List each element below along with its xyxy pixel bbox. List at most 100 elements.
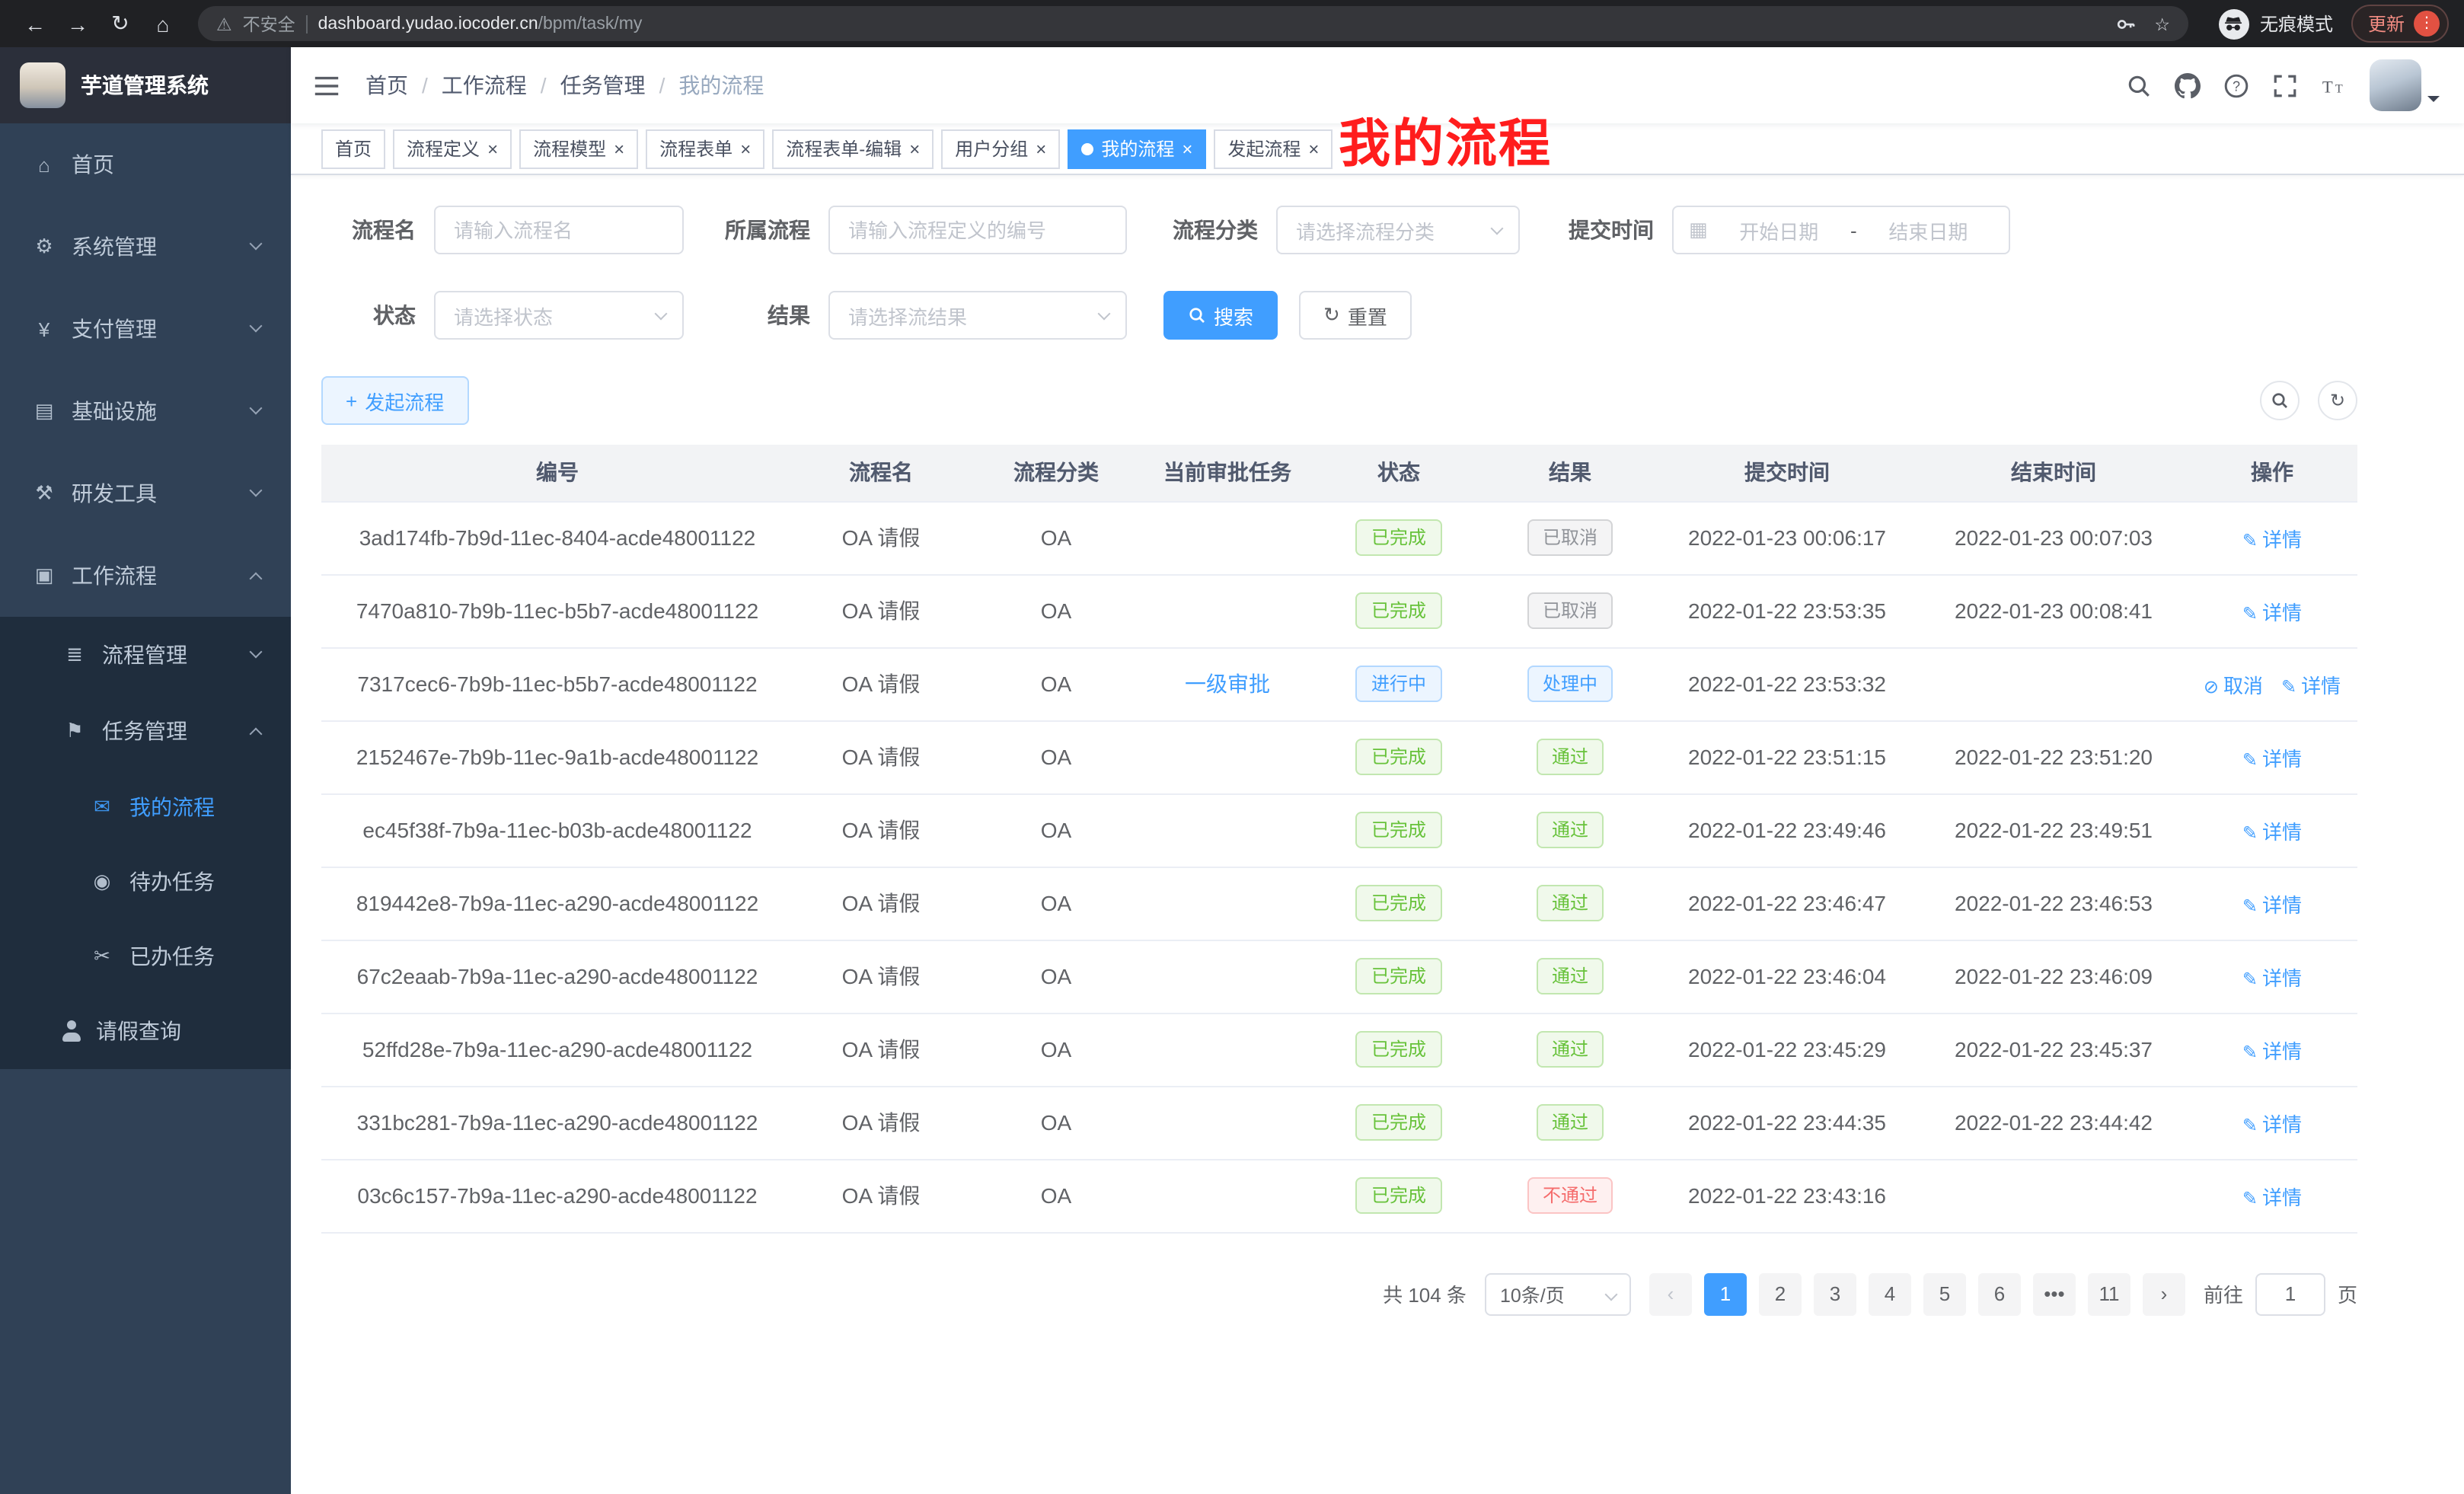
sidebar-item-my-process[interactable]: ✉我的流程 <box>0 769 291 844</box>
page-button-5[interactable]: 5 <box>1923 1272 1966 1315</box>
github-icon[interactable] <box>2175 72 2201 98</box>
detail-link[interactable]: ✎详情 <box>2242 528 2302 551</box>
cell-category: OA <box>969 1159 1144 1232</box>
cancel-link[interactable]: ⊘取消 <box>2204 674 2263 697</box>
breadcrumb-workflow[interactable]: 工作流程 <box>442 70 527 101</box>
page-button-4[interactable]: 4 <box>1869 1272 1911 1315</box>
reset-button[interactable]: ↻ 重置 <box>1299 291 1412 340</box>
page-button-6[interactable]: 6 <box>1978 1272 2021 1315</box>
sidebar-item-process-mgmt[interactable]: ≣流程管理 <box>0 617 291 693</box>
tab-6[interactable]: 我的流程× <box>1068 129 1206 168</box>
prev-page-button[interactable]: ‹ <box>1649 1272 1692 1315</box>
detail-link[interactable]: ✎详情 <box>2242 601 2302 624</box>
sidebar-item-home[interactable]: ⌂首页 <box>0 123 291 206</box>
page-button-11[interactable]: 11 <box>2088 1272 2130 1315</box>
more-menu-icon[interactable]: ⋮ <box>2414 11 2440 37</box>
tab-4[interactable]: 流程表单-编辑× <box>772 129 934 168</box>
detail-link[interactable]: ✎详情 <box>2242 893 2302 916</box>
sidebar-item-payment[interactable]: ¥支付管理 <box>0 288 291 370</box>
tab-close-icon[interactable]: × <box>1036 139 1046 158</box>
process-name-input[interactable] <box>434 206 684 254</box>
detail-link[interactable]: ✎详情 <box>2242 1186 2302 1208</box>
tab-0[interactable]: 首页 <box>321 129 385 168</box>
goto-page-input[interactable] <box>2255 1272 2325 1315</box>
page-button-1[interactable]: 1 <box>1704 1272 1747 1315</box>
cell-result: 已取消 <box>1486 574 1654 647</box>
sidebar-item-label: 请假查询 <box>96 1016 181 1046</box>
browser-home-button[interactable]: ⌂ <box>143 4 183 43</box>
page-unit-label: 页 <box>2338 1279 2357 1308</box>
chevron-down-icon <box>250 484 263 497</box>
cell-category: OA <box>969 574 1144 647</box>
tab-close-icon[interactable]: × <box>487 139 498 158</box>
pages-ellipsis[interactable]: ••• <box>2033 1272 2076 1315</box>
sidebar-item-done-tasks[interactable]: ✂已办任务 <box>0 918 291 993</box>
page-size-select[interactable]: 10条/页 <box>1485 1272 1631 1315</box>
bookmark-star-icon[interactable]: ☆ <box>2154 13 2170 34</box>
detail-link[interactable]: ✎详情 <box>2242 1113 2302 1135</box>
home-icon: ⌂ <box>30 153 58 176</box>
category-select[interactable]: 请选择流程分类 <box>1276 206 1520 254</box>
sidebar-toggle-button[interactable] <box>312 71 341 100</box>
incognito-badge: 无痕模式 <box>2219 8 2333 39</box>
status-select[interactable]: 请选择状态 <box>434 291 684 340</box>
sidebar-item-todo-tasks[interactable]: ◉待办任务 <box>0 844 291 918</box>
tab-2[interactable]: 流程模型× <box>519 129 638 168</box>
calendar-icon: ▦ <box>1689 218 1708 242</box>
start-process-button[interactable]: + 发起流程 <box>321 376 468 425</box>
detail-link[interactable]: ✎详情 <box>2242 966 2302 989</box>
key-icon[interactable] <box>2115 13 2136 34</box>
detail-link[interactable]: ✎详情 <box>2242 747 2302 770</box>
address-bar[interactable]: ⚠ 不安全 dashboard.yudao.iocoder.cn/bpm/tas… <box>198 6 2188 41</box>
sidebar-item-infra[interactable]: ▤基础设施 <box>0 370 291 452</box>
app-logo[interactable]: 芋道管理系统 <box>0 47 291 123</box>
tab-close-icon[interactable]: × <box>740 139 751 158</box>
category-placeholder: 请选择流程分类 <box>1296 215 1435 244</box>
forward-button[interactable]: → <box>58 4 97 43</box>
tab-close-icon[interactable]: × <box>909 139 920 158</box>
refresh-button[interactable]: ↻ <box>2318 381 2357 420</box>
next-page-button[interactable]: › <box>2143 1272 2185 1315</box>
sidebar-item-devtools[interactable]: ⚒研发工具 <box>0 452 291 535</box>
sidebar-item-leave-query[interactable]: 请假查询 <box>0 993 291 1069</box>
detail-link[interactable]: ✎详情 <box>2242 820 2302 843</box>
task-link[interactable]: 一级审批 <box>1185 672 1270 696</box>
cell-result: 通过 <box>1486 720 1654 793</box>
toggle-search-button[interactable] <box>2260 381 2300 420</box>
search-icon[interactable] <box>2126 72 2152 98</box>
cell-task <box>1144 940 1311 1013</box>
detail-link[interactable]: ✎详情 <box>2242 1039 2302 1062</box>
breadcrumb-home[interactable]: 首页 <box>365 70 408 101</box>
tab-5[interactable]: 用户分组× <box>941 129 1060 168</box>
tab-7[interactable]: 发起流程× <box>1214 129 1333 168</box>
user-menu[interactable] <box>2370 59 2440 111</box>
sidebar-item-workflow[interactable]: ▣工作流程 <box>0 535 291 617</box>
update-button[interactable]: 更新 ⋮ <box>2351 5 2449 43</box>
tab-close-icon[interactable]: × <box>614 139 624 158</box>
sidebar-item-system[interactable]: ⚙系统管理 <box>0 206 291 288</box>
sidebar-item-task-mgmt[interactable]: ⚑任务管理 <box>0 693 291 769</box>
detail-link[interactable]: ✎详情 <box>2281 674 2341 697</box>
tab-1[interactable]: 流程定义× <box>393 129 512 168</box>
table-row: ec45f38f-7b9a-11ec-b03b-acde48001122OA 请… <box>321 793 2357 867</box>
cell-id: 67c2eaab-7b9a-11ec-a290-acde48001122 <box>321 940 793 1013</box>
date-range-picker[interactable]: ▦ 开始日期 - 结束日期 <box>1672 206 2010 254</box>
tab-close-icon[interactable]: × <box>1182 139 1192 158</box>
tab-3[interactable]: 流程表单× <box>646 129 764 168</box>
page-button-2[interactable]: 2 <box>1759 1272 1802 1315</box>
reload-button[interactable]: ↻ <box>101 4 140 43</box>
chevron-down-icon <box>250 646 263 659</box>
tab-close-icon[interactable]: × <box>1308 139 1319 158</box>
detail-icon: ✎ <box>2242 895 2258 916</box>
result-select[interactable]: 请选择流结果 <box>828 291 1127 340</box>
fullscreen-icon[interactable] <box>2272 72 2298 98</box>
page-button-3[interactable]: 3 <box>1814 1272 1856 1315</box>
parent-process-input[interactable] <box>828 206 1127 254</box>
search-button[interactable]: 搜索 <box>1163 291 1278 340</box>
back-button[interactable]: ← <box>15 4 55 43</box>
help-icon[interactable]: ? <box>2223 72 2249 98</box>
font-size-icon[interactable]: TT <box>2321 72 2347 98</box>
breadcrumb-separator: / <box>659 73 665 97</box>
avatar[interactable] <box>2370 59 2421 111</box>
breadcrumb-task-mgmt[interactable]: 任务管理 <box>560 70 646 101</box>
